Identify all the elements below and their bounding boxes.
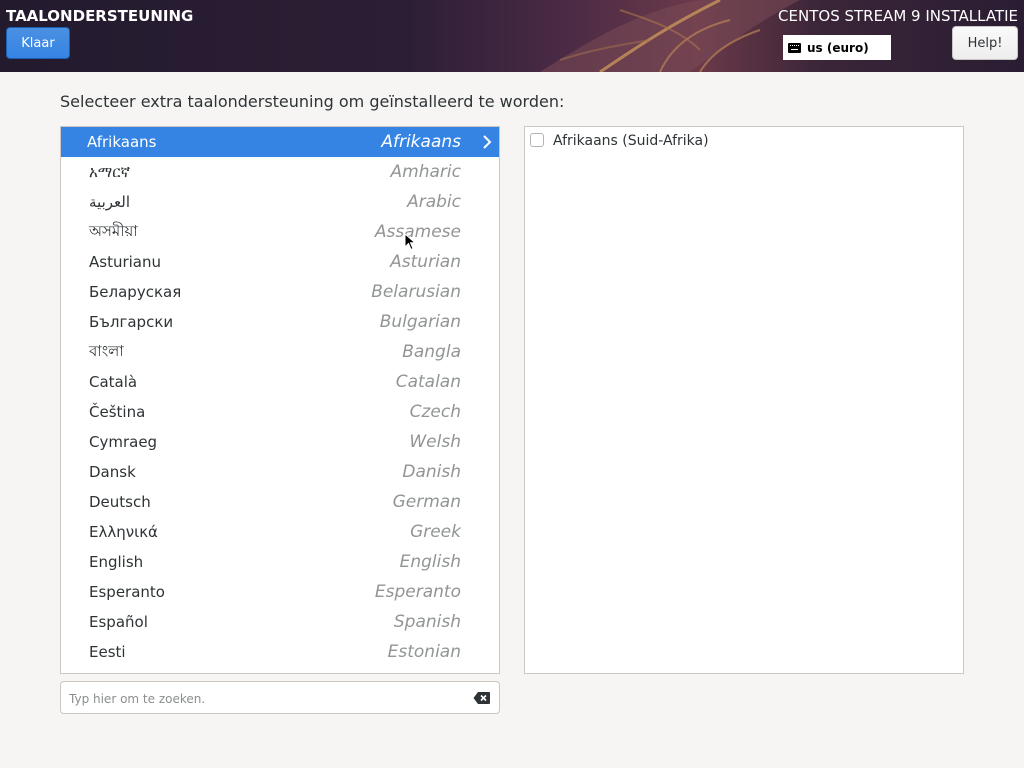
language-row-english[interactable]: English English xyxy=(61,547,499,577)
language-row-greek[interactable]: Ελληνικά Greek xyxy=(61,517,499,547)
language-row-arabic[interactable]: العربية Arabic xyxy=(61,187,499,217)
clear-search-icon[interactable] xyxy=(473,691,491,705)
language-english-name: German xyxy=(392,492,461,512)
language-native-name: অসমীয়া xyxy=(89,221,138,240)
language-native-name: Esperanto xyxy=(89,583,165,601)
locale-checkbox[interactable] xyxy=(530,133,544,147)
language-english-name: Welsh xyxy=(409,432,461,452)
locale-list: Afrikaans (Suid-Afrika) xyxy=(524,126,964,674)
search-input[interactable] xyxy=(67,682,471,715)
language-native-name: English xyxy=(89,553,144,571)
language-native-name: বাংলা xyxy=(89,341,124,360)
language-english-name: Asturian xyxy=(390,252,461,272)
language-english-name: Arabic xyxy=(407,192,461,212)
language-row-german[interactable]: Deutsch German xyxy=(61,487,499,517)
locale-label: Afrikaans (Suid-Afrika) xyxy=(553,133,709,149)
language-native-name: አማርኛ xyxy=(89,163,131,181)
language-english-name: Afrikaans xyxy=(381,132,461,152)
language-row-estonian[interactable]: Eesti Estonian xyxy=(61,637,499,667)
language-row-asturian[interactable]: Asturianu Asturian xyxy=(61,247,499,277)
product-title: CENTOS STREAM 9 INSTALLATIE xyxy=(778,7,1018,25)
language-row-belarusian[interactable]: Беларуская Belarusian xyxy=(61,277,499,307)
language-native-name: Català xyxy=(89,373,138,391)
language-search-box[interactable] xyxy=(60,681,500,715)
language-row-esperanto[interactable]: Esperanto Esperanto xyxy=(61,577,499,607)
spoke-title: TAALONDERSTEUNING xyxy=(6,7,194,25)
language-row-bulgarian[interactable]: Български Bulgarian xyxy=(61,307,499,337)
language-english-name: Czech xyxy=(409,402,461,422)
language-row-assamese[interactable]: অসমীয়া Assamese xyxy=(61,217,499,247)
header-bar: TAALONDERSTEUNING Klaar CENTOS STREAM 9 … xyxy=(0,0,1024,72)
language-row-bangla[interactable]: বাংলা Bangla xyxy=(61,337,499,367)
done-button[interactable]: Klaar xyxy=(6,27,70,59)
language-row-welsh[interactable]: Cymraeg Welsh xyxy=(61,427,499,457)
language-native-name: Čeština xyxy=(89,403,146,421)
language-native-name: Cymraeg xyxy=(89,433,158,451)
keyboard-layout-indicator[interactable]: us (euro) xyxy=(783,35,891,60)
language-native-name: Eesti xyxy=(89,643,126,661)
language-native-name: Ελληνικά xyxy=(89,523,158,541)
language-row-danish[interactable]: Dansk Danish xyxy=(61,457,499,487)
language-english-name: English xyxy=(399,552,461,572)
language-native-name: Беларуская xyxy=(89,283,182,301)
language-native-name: Dansk xyxy=(89,463,136,481)
language-english-name: Danish xyxy=(402,462,461,482)
keyboard-icon xyxy=(788,42,801,53)
language-english-name: Spanish xyxy=(393,612,461,632)
language-native-name: Български xyxy=(89,313,174,331)
language-row-catalan[interactable]: Català Catalan xyxy=(61,367,499,397)
language-row-afrikaans[interactable]: Afrikaans Afrikaans xyxy=(61,127,499,157)
language-english-name: Greek xyxy=(410,522,461,542)
language-english-name: Bangla xyxy=(402,342,461,362)
language-native-name: Asturianu xyxy=(89,253,162,271)
language-english-name: Esperanto xyxy=(374,582,461,602)
language-native-name: Afrikaans xyxy=(87,133,157,151)
language-english-name: Amharic xyxy=(390,162,461,182)
language-row-spanish[interactable]: Español Spanish xyxy=(61,607,499,637)
language-native-name: Deutsch xyxy=(89,493,151,511)
language-english-name: Assamese xyxy=(374,222,461,242)
language-english-name: Belarusian xyxy=(371,282,461,302)
language-row-czech[interactable]: Čeština Czech xyxy=(61,397,499,427)
language-english-name: Bulgarian xyxy=(379,312,461,332)
language-native-name: Español xyxy=(89,613,148,631)
language-list[interactable]: Afrikaans Afrikaans አማርኛ Amharic العربية… xyxy=(60,126,500,674)
chevron-right-icon xyxy=(483,135,492,149)
language-english-name: Catalan xyxy=(395,372,461,392)
language-english-name: Estonian xyxy=(387,642,461,662)
language-native-name: العربية xyxy=(89,193,130,211)
help-button[interactable]: Help! xyxy=(952,26,1018,60)
language-row-amharic[interactable]: አማርኛ Amharic xyxy=(61,157,499,187)
locale-row-af-za[interactable]: Afrikaans (Suid-Afrika) xyxy=(525,127,963,155)
language-prompt: Selecteer extra taalondersteuning om geï… xyxy=(60,92,565,111)
keyboard-layout-label: us (euro) xyxy=(807,40,869,55)
